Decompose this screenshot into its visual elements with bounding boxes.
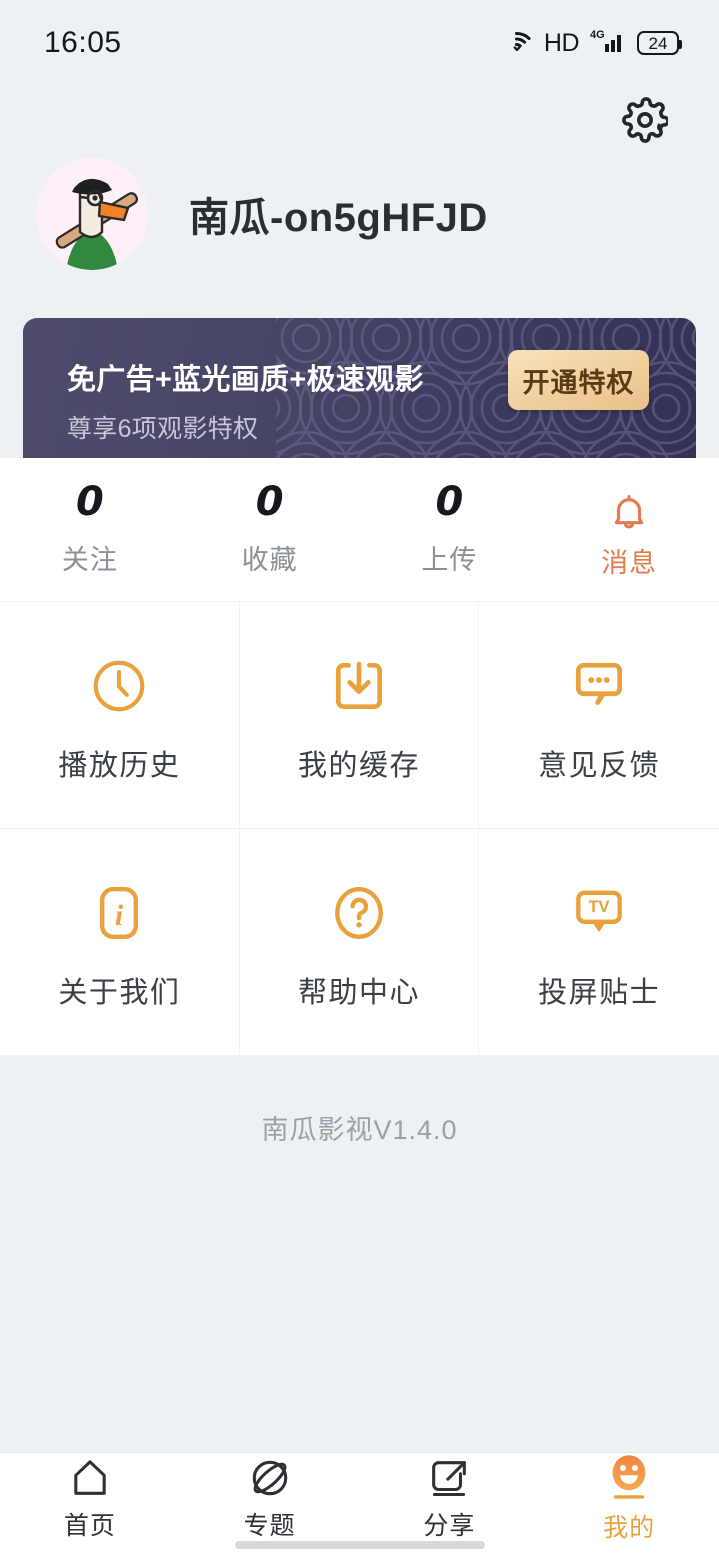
stats-row: 0 关注 0 收藏 0 上传 消息 — [0, 458, 719, 602]
tab-label: 专题 — [243, 1512, 296, 1540]
gear-icon — [622, 96, 670, 148]
tab-mine[interactable]: 我的 — [539, 1453, 719, 1556]
bottom-tab-bar: 首页 专题 分享 我的 — [0, 1452, 719, 1556]
download-icon — [328, 646, 390, 726]
menu-item-label: 帮助中心 — [297, 977, 420, 1009]
battery-icon: 24 — [637, 31, 682, 55]
battery-level: 24 — [648, 33, 668, 53]
menu-item-label: 播放历史 — [58, 750, 181, 782]
info-icon: i — [88, 873, 150, 953]
stat-label: 消息 — [601, 548, 658, 578]
vip-banner[interactable]: 免广告+蓝光画质+极速观影 尊享6项观影特权 开通特权 — [23, 318, 696, 458]
menu-item-label: 我的缓存 — [297, 750, 420, 782]
content-card: 0 关注 0 收藏 0 上传 消息 播放历史 我的缓存 意见反馈 i 关于我们 … — [0, 458, 719, 1056]
gesture-bar[interactable] — [234, 1541, 485, 1549]
signal-icon: 4G — [590, 27, 626, 60]
stat-label: 关注 — [61, 545, 118, 575]
smiley-face-icon — [605, 1452, 653, 1504]
stat-label: 上传 — [421, 545, 478, 575]
menu-item-label: 投屏贴士 — [538, 977, 661, 1009]
svg-text:TV: TV — [589, 897, 610, 916]
tab-label: 首页 — [63, 1512, 116, 1540]
menu-grid: 播放历史 我的缓存 意见反馈 i 关于我们 帮助中心 TV 投屏贴士 — [0, 602, 719, 1056]
profile-row[interactable]: 南瓜-on5gHFJD — [36, 158, 488, 270]
stat-favorites[interactable]: 0 收藏 — [180, 458, 360, 601]
vip-subtitle: 尊享6项观影特权 — [67, 415, 259, 443]
stat-messages[interactable]: 消息 — [539, 458, 719, 601]
status-icons: HD 4G 24 — [501, 27, 682, 60]
stat-label: 收藏 — [241, 545, 298, 575]
status-bar: 16:05 HD 4G 24 — [0, 0, 719, 86]
share-icon — [426, 1453, 472, 1502]
activate-vip-button[interactable]: 开通特权 — [508, 350, 649, 410]
stat-value: 0 — [255, 479, 284, 525]
clock-icon — [88, 646, 150, 726]
question-circle-icon — [328, 873, 390, 953]
menu-item-help-center[interactable]: 帮助中心 — [239, 829, 480, 1056]
menu-item-feedback[interactable]: 意见反馈 — [479, 602, 719, 829]
tab-home[interactable]: 首页 — [0, 1453, 180, 1556]
menu-item-casting-tips[interactable]: TV 投屏贴士 — [479, 829, 719, 1056]
stat-value: 0 — [75, 479, 104, 525]
stat-following[interactable]: 0 关注 — [0, 458, 180, 601]
app-version-text: 南瓜影视V1.4.0 — [261, 1115, 458, 1145]
vip-title: 免广告+蓝光画质+极速观影 — [67, 364, 424, 396]
activate-vip-label: 开通特权 — [522, 367, 635, 398]
home-icon — [67, 1453, 113, 1502]
status-time: 16:05 — [44, 26, 122, 59]
tab-label: 分享 — [423, 1512, 476, 1540]
hd-icon: HD — [543, 28, 580, 57]
profile-header: 南瓜-on5gHFJD — [0, 86, 719, 310]
menu-item-label: 关于我们 — [58, 977, 181, 1009]
avatar[interactable] — [36, 158, 148, 270]
comment-dots-icon — [568, 646, 630, 726]
planet-icon — [247, 1453, 293, 1502]
settings-button[interactable] — [619, 96, 671, 148]
svg-text:4G: 4G — [590, 29, 605, 41]
username: 南瓜-on5gHFJD — [189, 196, 488, 240]
wifi-icon — [501, 28, 533, 59]
menu-item-about-us[interactable]: i 关于我们 — [0, 829, 240, 1056]
menu-item-my-cache[interactable]: 我的缓存 — [239, 602, 480, 829]
tab-label: 我的 — [603, 1513, 656, 1542]
menu-item-label: 意见反馈 — [538, 750, 661, 782]
menu-item-play-history[interactable]: 播放历史 — [0, 602, 240, 829]
stat-value: 0 — [435, 479, 464, 525]
svg-text:i: i — [115, 900, 124, 932]
stat-uploads[interactable]: 0 上传 — [360, 458, 540, 601]
tv-cast-icon: TV — [568, 873, 630, 953]
vip-text-block: 免广告+蓝光画质+极速观影 尊享6项观影特权 — [67, 356, 424, 445]
bell-icon — [608, 479, 650, 535]
